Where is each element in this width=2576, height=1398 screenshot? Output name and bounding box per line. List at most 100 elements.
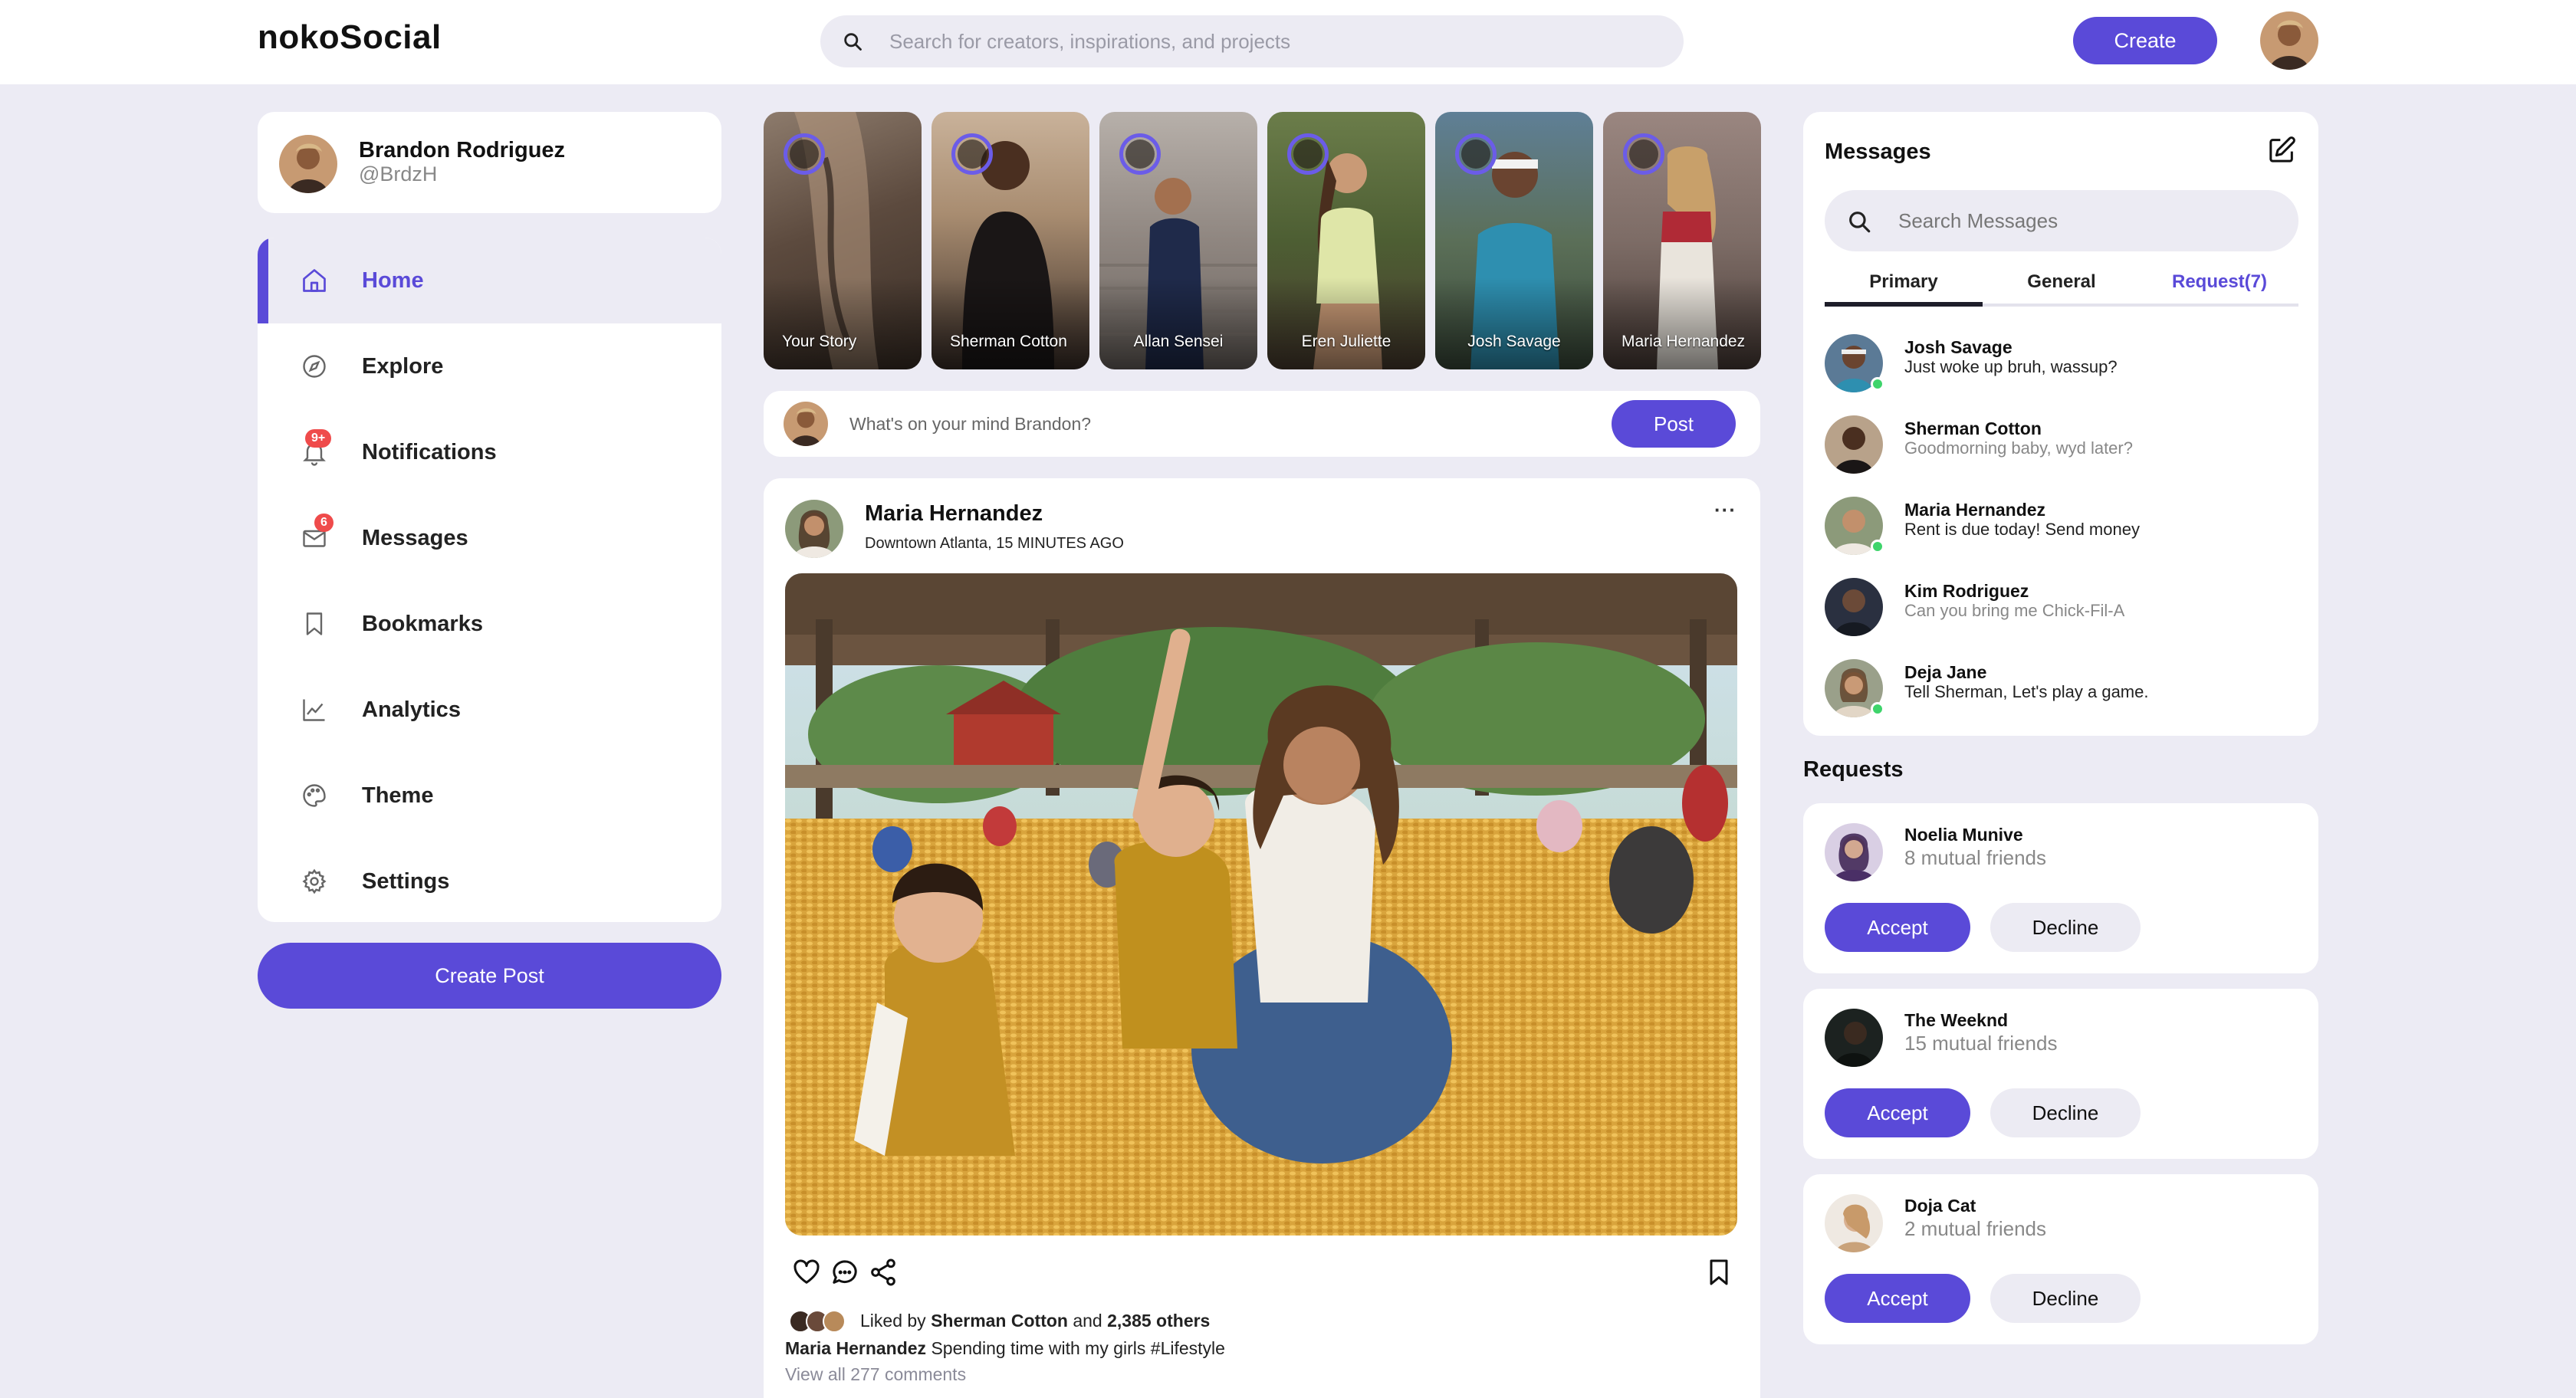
tab-requests[interactable]: Request(7) [2141, 271, 2298, 310]
story-label: Josh Savage [1467, 333, 1561, 350]
like-icon[interactable] [791, 1257, 822, 1288]
post-image[interactable] [785, 573, 1737, 1236]
decline-button[interactable]: Decline [1990, 903, 2141, 952]
sidebar-item-label: Home [362, 268, 424, 293]
more-options-button[interactable]: ··· [1714, 498, 1737, 522]
story-maria-hernandez[interactable]: Maria Hernandez [1603, 112, 1761, 369]
post-author-name[interactable]: Maria Hernandez [865, 501, 1043, 527]
feed-post: Maria Hernandez Downtown Atlanta, 15 MIN… [764, 478, 1760, 1398]
profile-handle: @BrdzH [359, 162, 438, 185]
accept-button[interactable]: Accept [1825, 903, 1970, 952]
decline-button[interactable]: Decline [1990, 1088, 2141, 1137]
comment-icon[interactable] [830, 1257, 860, 1288]
home-icon [303, 269, 326, 292]
global-search[interactable] [820, 15, 1684, 67]
sidebar-item-theme[interactable]: Theme [258, 753, 721, 838]
messages-search-input[interactable] [1898, 190, 2282, 251]
story-label: Maria Hernandez [1622, 333, 1746, 350]
gear-icon [302, 868, 327, 894]
story-josh-savage[interactable]: Josh Savage [1435, 112, 1593, 369]
search-icon [1849, 212, 1871, 233]
message-avatar [1825, 578, 1883, 636]
story-label: Sherman Cotton [950, 333, 1067, 350]
message-preview: Goodmorning baby, wyd later? [1904, 438, 2133, 458]
palette-icon [303, 784, 326, 807]
view-comments-link[interactable]: View all 277 comments [785, 1364, 966, 1385]
story-avatar-ring [1455, 133, 1497, 175]
liked-by-user-link[interactable]: Sherman Cotton [931, 1311, 1068, 1331]
bookmark-icon [306, 612, 323, 635]
sidebar-item-home[interactable]: Home [258, 238, 721, 323]
message-preview: Just woke up bruh, wassup? [1904, 357, 2118, 376]
story-eren-juliette[interactable]: Eren Juliette [1267, 112, 1425, 369]
decline-button[interactable]: Decline [1990, 1274, 2141, 1323]
tab-primary[interactable]: Primary [1825, 271, 1983, 310]
request-name[interactable]: The Weeknd [1904, 1010, 2008, 1031]
friend-request-card: Noelia Munive 8 mutual friends Accept De… [1803, 803, 2318, 973]
request-name[interactable]: Noelia Munive [1904, 825, 2023, 845]
message-preview: Rent is due today! Send money [1904, 520, 2140, 539]
search-icon [844, 33, 862, 51]
top-bar: nokoSocial Create [0, 0, 2576, 84]
post-location: Downtown Atlanta, 15 MINUTES AGO [865, 535, 1124, 552]
liked-others-link[interactable]: 2,385 others [1107, 1311, 1210, 1331]
story-label: Allan Sensei [1133, 333, 1224, 350]
friend-request-card: The Weeknd 15 mutual friends Accept Decl… [1803, 989, 2318, 1159]
create-button[interactable]: Create [2073, 17, 2217, 64]
composer-avatar [784, 402, 828, 446]
request-mutual-friends: 2 mutual friends [1904, 1217, 2046, 1240]
sidebar-item-analytics[interactable]: Analytics [258, 667, 721, 753]
request-avatar[interactable] [1825, 1009, 1883, 1067]
sidebar-item-bookmarks[interactable]: Bookmarks [258, 581, 721, 667]
profile-avatar [279, 135, 337, 193]
sidebar-item-notifications[interactable]: 9+ Notifications [258, 409, 721, 495]
message-row[interactable]: Josh Savage Just woke up bruh, wassup? [1825, 327, 2298, 395]
profile-card[interactable]: Brandon Rodriguez @BrdzH [258, 112, 721, 213]
message-row[interactable]: Sherman Cotton Goodmorning baby, wyd lat… [1825, 408, 2298, 477]
sidebar-item-label: Notifications [362, 440, 497, 464]
post-author-avatar[interactable] [785, 500, 843, 558]
compose-message-icon[interactable] [2266, 135, 2297, 166]
message-sender: Deja Jane [1904, 662, 1987, 682]
accept-button[interactable]: Accept [1825, 1274, 1970, 1323]
tab-general[interactable]: General [1983, 271, 2141, 310]
chart-icon [303, 699, 325, 721]
request-avatar[interactable] [1825, 823, 1883, 881]
story-avatar-ring [1287, 133, 1329, 175]
story-label: Your Story [782, 333, 857, 350]
create-post-button[interactable]: Create Post [258, 943, 721, 1009]
story-allan-sensei[interactable]: Allan Sensei [1099, 112, 1257, 369]
app-logo[interactable]: nokoSocial [258, 18, 442, 57]
global-search-input[interactable] [889, 15, 1656, 67]
share-icon[interactable] [868, 1257, 899, 1288]
accept-button[interactable]: Accept [1825, 1088, 1970, 1137]
sidebar-item-messages[interactable]: 6 Messages [258, 495, 721, 581]
composer-input[interactable] [849, 391, 1524, 457]
message-sender: Maria Hernandez [1904, 500, 2046, 520]
post-button[interactable]: Post [1612, 400, 1736, 448]
caption-author[interactable]: Maria Hernandez [785, 1338, 926, 1358]
online-indicator [1871, 702, 1884, 716]
sidebar-item-label: Analytics [362, 697, 461, 722]
message-preview: Can you bring me Chick-Fil-A [1904, 601, 2125, 620]
user-avatar[interactable] [2260, 11, 2318, 70]
sidebar-item-settings[interactable]: Settings [258, 838, 721, 922]
online-indicator [1871, 377, 1884, 391]
story-avatar-ring [784, 133, 825, 175]
request-name[interactable]: Doja Cat [1904, 1196, 1976, 1216]
liked-by-avatars [789, 1310, 846, 1333]
message-row[interactable]: Kim Rodriguez Can you bring me Chick-Fil… [1825, 570, 2298, 639]
sidebar-item-explore[interactable]: Explore [258, 323, 721, 409]
sidebar-nav: Home Explore 9+ Notifications 6 Messages… [258, 238, 721, 922]
caption-text: Spending time with my girls #Lifestyle [931, 1338, 1225, 1358]
message-row[interactable]: Maria Hernandez Rent is due today! Send … [1825, 489, 2298, 558]
message-row[interactable]: Deja Jane Tell Sherman, Let's play a gam… [1825, 651, 2298, 720]
story-sherman-cotton[interactable]: Sherman Cotton [932, 112, 1089, 369]
story-your-story[interactable]: Your Story [764, 112, 922, 369]
story-avatar-ring [951, 133, 993, 175]
bookmark-post-icon[interactable] [1704, 1257, 1734, 1288]
messages-search[interactable] [1825, 190, 2298, 251]
story-avatar-ring [1119, 133, 1161, 175]
story-avatar-ring [1623, 133, 1664, 175]
request-avatar[interactable] [1825, 1194, 1883, 1252]
